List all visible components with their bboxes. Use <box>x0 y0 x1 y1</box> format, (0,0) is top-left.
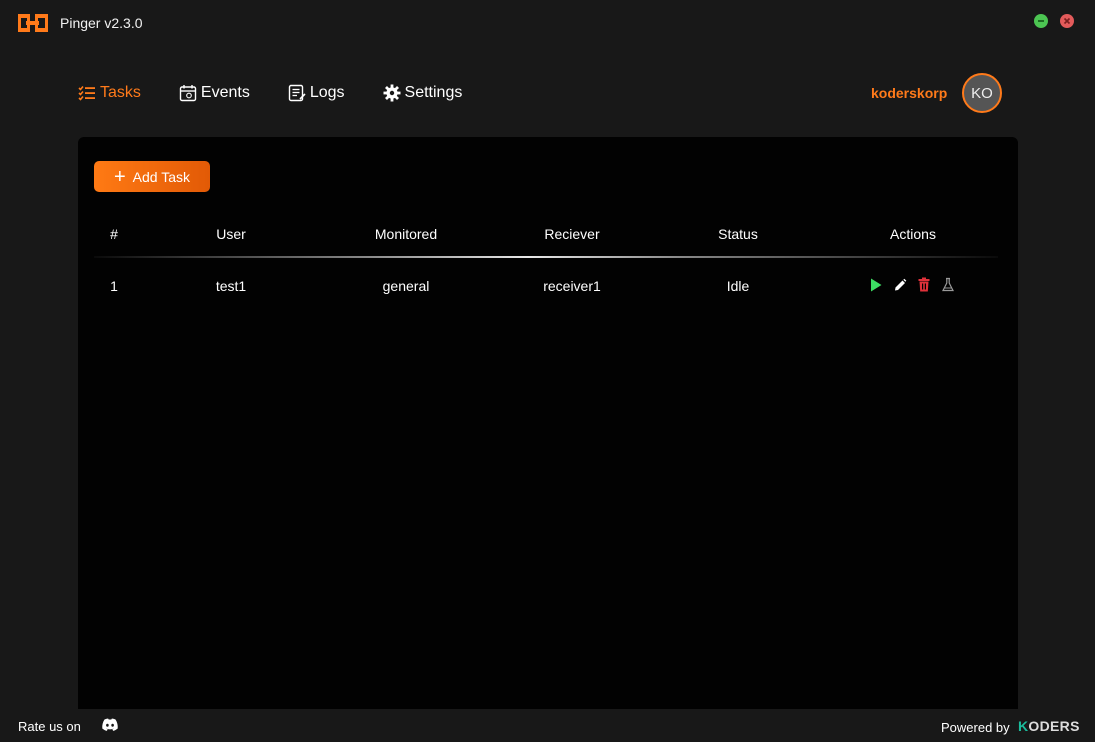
column-header-actions: Actions <box>890 226 936 242</box>
nav-tab-logs[interactable]: Logs <box>288 84 345 102</box>
column-header-user: User <box>216 226 246 242</box>
title-bar: Pinger v2.3.0 <box>0 0 1095 48</box>
nav-tab-label: Logs <box>309 84 345 101</box>
nav-tab-label: Tasks <box>100 84 141 101</box>
start-task-button[interactable] <box>869 277 893 295</box>
list-check-icon <box>78 85 95 101</box>
brand-rest: ODERS <box>1028 718 1080 734</box>
username: koderskorp <box>871 85 948 101</box>
test-task-button[interactable] <box>941 277 965 295</box>
cell-user: test1 <box>215 278 247 294</box>
brand-k: K <box>1018 718 1029 734</box>
app-title: Pinger v2.3.0 <box>60 15 143 31</box>
nav-tab-tasks[interactable]: Tasks <box>78 84 141 102</box>
column-header-id: # <box>110 226 118 242</box>
cell-status: Idle <box>726 278 750 294</box>
delete-icon <box>918 277 930 292</box>
row-actions <box>869 277 965 295</box>
edit-task-button[interactable] <box>893 277 917 295</box>
log-icon <box>288 84 306 102</box>
test-flask-icon <box>942 277 954 292</box>
tasks-panel: + Add Task # User Monitored Reciever Sta… <box>78 137 1018 709</box>
nav-tab-settings[interactable]: Settings <box>383 84 463 102</box>
nav-tab-events[interactable]: Events <box>179 84 250 102</box>
main-nav: Tasks Events Logs Settings <box>78 80 500 106</box>
play-icon <box>871 278 882 292</box>
edit-icon <box>895 278 907 291</box>
discord-link[interactable] <box>101 718 119 737</box>
close-button[interactable] <box>1060 14 1074 28</box>
gear-icon <box>383 84 401 102</box>
add-task-button[interactable]: + Add Task <box>94 161 210 192</box>
rate-us-label: Rate us on <box>18 719 81 734</box>
cell-receiver: receiver1 <box>543 278 601 294</box>
plus-icon: + <box>113 165 126 188</box>
delete-task-button[interactable] <box>917 277 941 295</box>
cell-monitored: general <box>382 278 430 294</box>
minimize-button[interactable] <box>1034 14 1048 28</box>
discord-icon <box>102 718 118 731</box>
powered-by-label: Powered by <box>941 720 1010 735</box>
cell-id: 1 <box>110 278 118 294</box>
nav-tab-label: Settings <box>404 84 463 101</box>
header-divider <box>94 256 998 258</box>
calendar-icon <box>179 85 197 102</box>
column-header-status: Status <box>718 226 758 242</box>
column-header-receiver: Reciever <box>544 226 600 242</box>
close-icon <box>1063 17 1071 25</box>
koders-logo[interactable]: KODERS <box>1018 718 1080 734</box>
avatar[interactable]: KO <box>962 73 1002 113</box>
minimize-icon <box>1038 20 1044 22</box>
add-task-label: Add Task <box>132 168 191 185</box>
app-logo-icon <box>18 14 48 32</box>
nav-tab-label: Events <box>200 84 250 101</box>
column-header-monitored: Monitored <box>374 226 438 242</box>
